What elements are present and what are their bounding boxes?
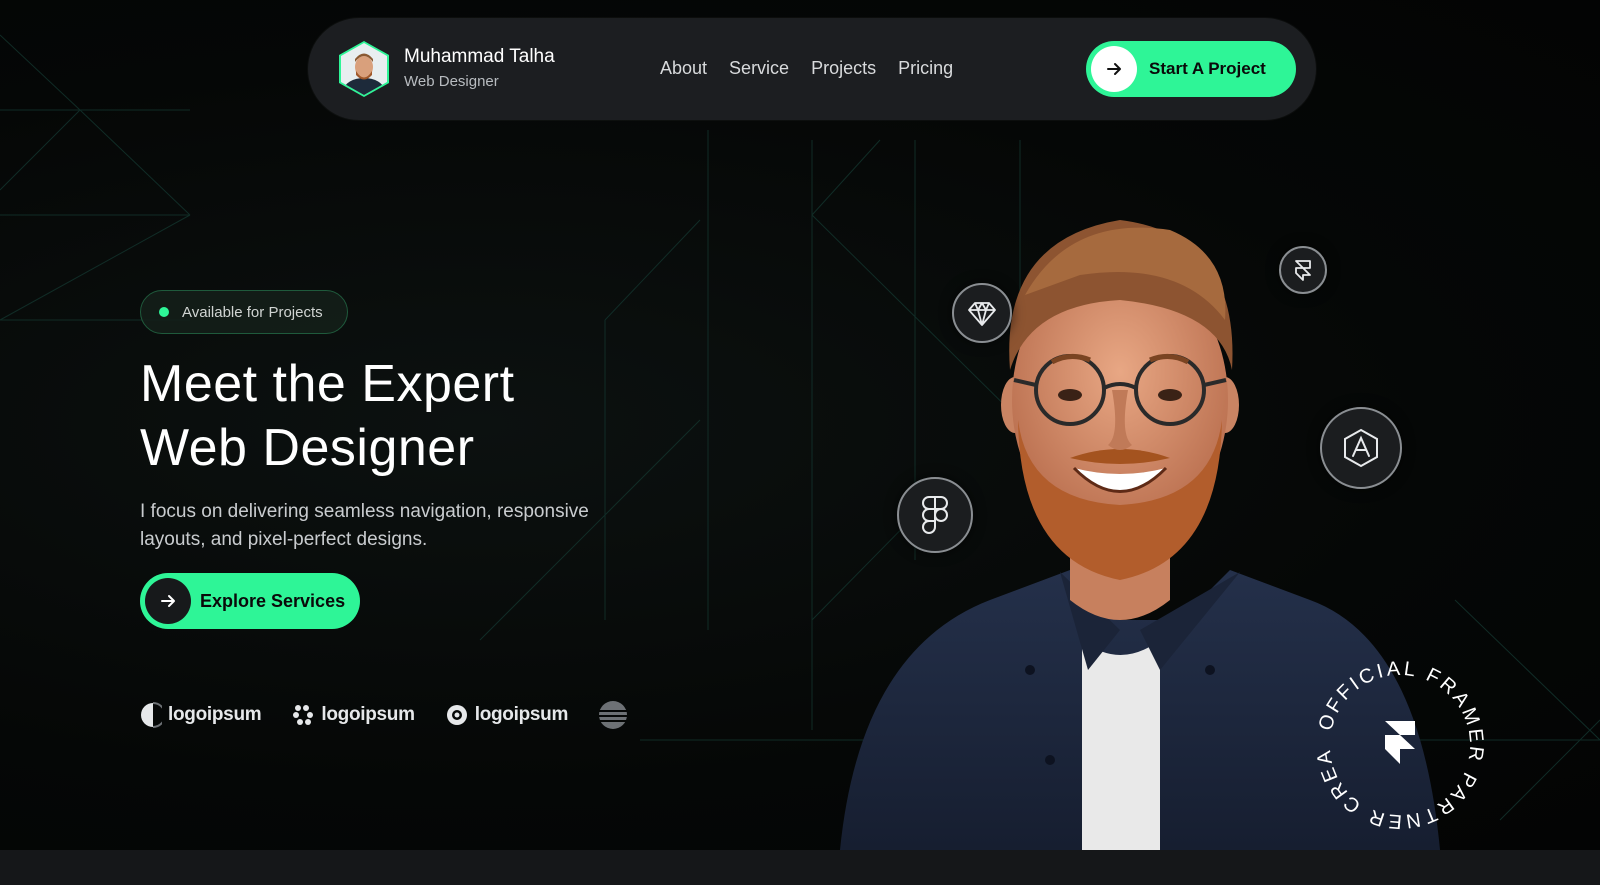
- description-line-1: I focus on delivering seamless navigatio…: [140, 501, 589, 522]
- sketch-icon: [952, 283, 1012, 343]
- headline-line-1: Meet the Expert: [140, 355, 515, 413]
- nav-link-pricing[interactable]: Pricing: [898, 56, 953, 80]
- top-navbar: Muhammad Talha Web Designer About Servic…: [308, 18, 1316, 120]
- half-circle-logo-icon: [141, 702, 162, 728]
- availability-badge: Available for Projects: [140, 290, 348, 334]
- arrow-right-icon: [1091, 46, 1137, 92]
- explore-services-label: Explore Services: [200, 590, 346, 611]
- striped-sphere-logo-icon: [599, 701, 628, 729]
- client-logo-text-3: logoipsum: [474, 704, 569, 725]
- figma-icon: [897, 477, 973, 553]
- avatar: [338, 40, 390, 98]
- client-logos: logoipsum logoipsum logoipsum: [140, 700, 658, 730]
- client-logo-3: logoipsum: [445, 703, 568, 727]
- client-logo-text-1: logoipsum: [168, 704, 262, 725]
- affinity-icon: [1320, 407, 1402, 489]
- client-logo-2: logoipsum: [291, 703, 415, 727]
- profile[interactable]: Muhammad Talha Web Designer: [338, 40, 555, 98]
- start-project-button[interactable]: Start A Project: [1086, 41, 1296, 97]
- page-title: Meet the Expert Web Designer: [140, 352, 515, 480]
- ring-logo-icon: [446, 705, 467, 725]
- start-project-label: Start A Project: [1149, 59, 1266, 78]
- explore-services-button[interactable]: Explore Services: [140, 573, 360, 629]
- profile-name: Muhammad Talha: [404, 46, 555, 67]
- headline-line-2: Web Designer: [140, 419, 475, 477]
- nav-link-service[interactable]: Service: [729, 56, 789, 80]
- description-line-2: layouts, and pixel-perfect designs.: [140, 529, 428, 550]
- page-bottom-strip: [0, 850, 1600, 885]
- status-dot: [159, 307, 169, 317]
- nav-links: About Service Projects Pricing: [660, 56, 953, 80]
- hero-section: Muhammad Talha Web Designer About Servic…: [0, 0, 1600, 850]
- framer-logo-icon: [1385, 721, 1415, 764]
- nav-link-about[interactable]: About: [660, 56, 707, 80]
- profile-role: Web Designer: [404, 73, 499, 90]
- availability-text: Available for Projects: [182, 303, 323, 321]
- swirl-logo-icon: [293, 705, 314, 725]
- arrow-right-icon: [145, 578, 191, 624]
- client-logo-4: [598, 700, 628, 730]
- framer-partner-badge: OFFICIAL FRAMER PARTNER CREATOR: [1310, 655, 1484, 832]
- client-logo-text-2: logoipsum: [321, 704, 415, 725]
- framer-icon: [1279, 246, 1327, 294]
- hero-description: I focus on delivering seamless navigatio…: [140, 498, 660, 554]
- nav-link-projects[interactable]: Projects: [811, 56, 876, 80]
- client-logo-1: logoipsum: [140, 702, 262, 728]
